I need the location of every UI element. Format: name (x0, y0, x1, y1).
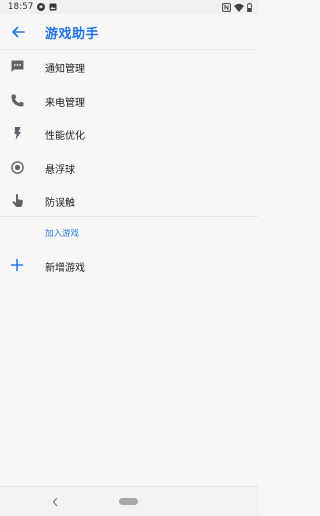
menu-item-label: 防误触 (45, 198, 75, 209)
back-arrow-icon[interactable] (10, 24, 26, 40)
touch-hand-icon (12, 194, 23, 207)
add-game-button[interactable]: 新增游戏 (0, 248, 258, 282)
radio-target-icon (11, 160, 24, 174)
notification-app-icon (37, 3, 45, 11)
nfc-icon (222, 2, 231, 12)
menu-item-notification-management[interactable]: 通知管理 (0, 50, 258, 84)
nav-back-chevron-icon[interactable] (50, 496, 60, 508)
message-dots-icon (11, 60, 24, 72)
battery-icon (247, 2, 252, 12)
status-time: 18:57 (8, 2, 34, 12)
phone-icon (11, 94, 24, 106)
add-game-label: 新增游戏 (45, 263, 85, 274)
menu-item-call-management[interactable]: 来电管理 (0, 84, 258, 118)
menu-item-label: 通知管理 (45, 64, 85, 75)
menu-item-label: 性能优化 (45, 131, 85, 142)
section-header-add-games: 加入游戏 (45, 229, 80, 239)
menu-item-label: 悬浮球 (45, 164, 75, 176)
menu-item-floating-ball[interactable]: 悬浮球 (0, 151, 258, 185)
lightning-icon (14, 127, 21, 140)
image-icon (49, 3, 57, 11)
menu-item-label: 来电管理 (45, 97, 85, 109)
menu-item-performance-optimization[interactable]: 性能优化 (0, 117, 258, 151)
app-bar: 游戏助手 (0, 14, 258, 50)
settings-menu: 通知管理 来电管理 性能优化 悬浮球 防误触 (0, 50, 258, 218)
section-divider (0, 216, 258, 217)
nav-home-pill[interactable] (119, 498, 138, 505)
menu-item-accidental-touch-prevention[interactable]: 防误触 (0, 184, 258, 218)
status-bar: 18:57 (0, 0, 258, 14)
wifi-icon (234, 3, 244, 12)
system-nav-bar (0, 486, 258, 516)
page-title: 游戏助手 (45, 27, 100, 42)
plus-icon (10, 258, 24, 272)
